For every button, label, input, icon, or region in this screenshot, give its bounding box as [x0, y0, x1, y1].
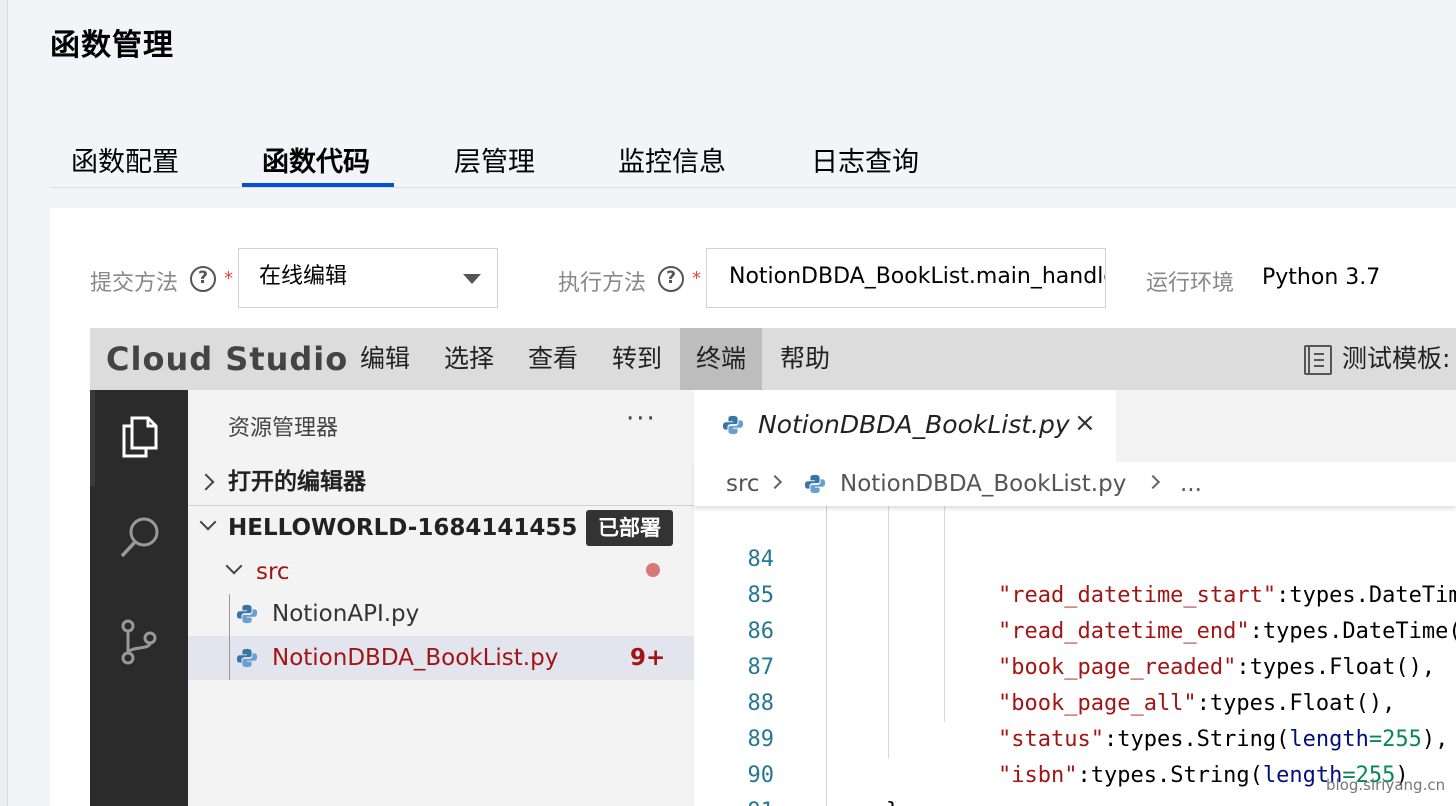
modified-dot: [646, 563, 660, 577]
source-control-icon[interactable]: [116, 618, 164, 666]
code-line[interactable]: 84 "read_datetime_start":types.DateTime(…: [694, 506, 1456, 608]
editor-tab-label: NotionDBDA_BookList.py: [758, 410, 1070, 439]
editor-tabstrip: NotionDBDA_BookList.py ×: [694, 390, 1456, 462]
python-file-icon: [236, 648, 258, 668]
chevron-down-icon: [199, 513, 217, 531]
active-tab-indicator: [242, 183, 394, 187]
tab-layer-management[interactable]: 层管理: [454, 140, 535, 188]
file-name: NotionDBDA_BookList.py: [272, 645, 559, 671]
code-line[interactable]: 86 "book_page_readed":types.Float(),: [694, 578, 1456, 680]
folder-name: src: [256, 559, 290, 585]
activity-bar: [90, 390, 188, 806]
breadcrumb-more[interactable]: ...: [1180, 462, 1202, 506]
test-template-label[interactable]: 测试模板:: [1342, 328, 1450, 390]
file-item-booklist[interactable]: NotionDBDA_BookList.py 9+: [188, 636, 694, 680]
code-line[interactable]: 89 "isbn":types.String(length=255): [694, 686, 1456, 788]
code-line[interactable]: 87 "book_page_all":types.Float(),: [694, 614, 1456, 716]
problem-count-badge: 9+: [630, 645, 666, 671]
file-item-notionapi[interactable]: NotionAPI.py: [188, 592, 694, 636]
breadcrumb: src NotionDBDA_BookList.py ...: [694, 462, 1456, 506]
function-tabs: 函数配置 函数代码 层管理 监控信息 日志查询: [50, 130, 1456, 188]
line-number: 91: [718, 794, 775, 806]
files-icon[interactable]: [116, 412, 164, 460]
watermark: blog.siriyang.cn: [1326, 776, 1446, 794]
chevron-right-icon: [197, 473, 215, 491]
open-editors-section[interactable]: 打开的编辑器: [188, 460, 694, 504]
menu-terminal[interactable]: 终端: [680, 328, 763, 390]
tab-log-query[interactable]: 日志查询: [811, 140, 919, 188]
code-line[interactable]: 85 "read_datetime_end":types.DateTime(),: [694, 542, 1456, 644]
breadcrumb-folder[interactable]: src: [726, 462, 760, 506]
submit-method-select[interactable]: 在线编辑: [238, 248, 498, 308]
menu-view[interactable]: 查看: [512, 328, 594, 390]
code-line[interactable]: 88 "status":types.String(length=255),: [694, 650, 1456, 752]
editor-tab[interactable]: NotionDBDA_BookList.py ×: [694, 390, 1116, 462]
menu-goto[interactable]: 转到: [596, 328, 678, 390]
submit-method-label: 提交方法: [90, 271, 179, 296]
ide-menubar: Cloud Studio 编辑 选择 查看 转到 终端 帮助 测试模板:: [90, 328, 1456, 390]
breadcrumb-file[interactable]: NotionDBDA_BookList.py: [840, 462, 1126, 506]
code-editor: NotionDBDA_BookList.py × src NotionDBDA_…: [694, 390, 1456, 806]
submit-method-help-icon[interactable]: ?: [190, 266, 216, 292]
submit-method-value: 在线编辑: [259, 264, 348, 289]
menu-help[interactable]: 帮助: [764, 328, 846, 390]
folder-src[interactable]: src: [188, 550, 694, 594]
required-mark: *: [224, 268, 233, 289]
python-file-icon: [804, 474, 826, 494]
tab-function-code[interactable]: 函数代码: [262, 140, 370, 188]
file-name: NotionAPI.py: [272, 601, 420, 627]
python-file-icon: [236, 604, 258, 624]
python-file-icon: [722, 415, 744, 435]
test-template-icon[interactable]: [1304, 345, 1332, 375]
explorer-panel: 资源管理器 ··· 打开的编辑器 HELLOWORLD-1684141455 已…: [188, 390, 694, 806]
exec-method-label: 执行方法: [558, 271, 647, 296]
project-name: HELLOWORLD-1684141455: [228, 515, 578, 541]
chevron-down-icon: [463, 274, 481, 284]
code-line[interactable]: 90 }: [694, 722, 1456, 806]
cloud-studio-logo: Cloud Studio: [106, 340, 349, 378]
close-icon[interactable]: ×: [1074, 408, 1096, 438]
chevron-right-icon: [1145, 474, 1161, 490]
active-view-marker: [90, 390, 95, 486]
open-editors-label: 打开的编辑器: [228, 469, 366, 495]
exec-method-input[interactable]: NotionDBDA_BookList.main_handler: [706, 248, 1106, 308]
chevron-right-icon: [767, 474, 783, 490]
search-icon[interactable]: [116, 514, 164, 562]
explorer-title: 资源管理器: [228, 416, 339, 441]
tab-function-config[interactable]: 函数配置: [71, 140, 179, 188]
left-edge-border: [0, 0, 8, 806]
menu-edit[interactable]: 编辑: [344, 328, 426, 390]
tab-monitoring[interactable]: 监控信息: [618, 140, 726, 188]
required-mark: *: [692, 268, 701, 289]
cloud-studio-ide: Cloud Studio 编辑 选择 查看 转到 终端 帮助 测试模板: 资源管…: [90, 328, 1456, 806]
more-actions-icon[interactable]: ···: [626, 404, 657, 434]
exec-method-help-icon[interactable]: ?: [658, 266, 684, 292]
closing-brace: }: [886, 794, 899, 806]
deployed-badge: 已部署: [586, 510, 673, 546]
menu-select[interactable]: 选择: [428, 328, 510, 390]
runtime-value: Python 3.7: [1262, 265, 1381, 290]
chevron-down-icon: [225, 557, 243, 575]
page-title: 函数管理: [50, 28, 174, 63]
runtime-label: 运行环境: [1146, 271, 1235, 296]
